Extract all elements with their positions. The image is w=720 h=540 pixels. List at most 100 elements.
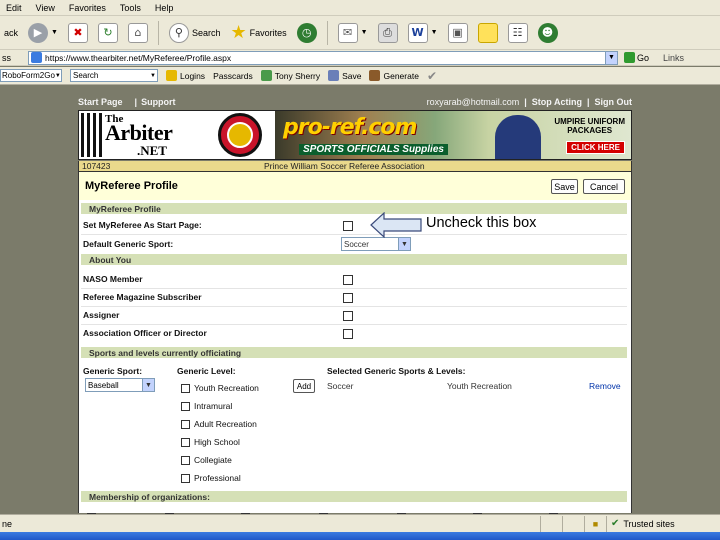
- messenger-button[interactable]: ☻: [536, 20, 560, 46]
- save-button[interactable]: Save: [551, 179, 578, 194]
- status-bar: ne ■ ✔ Trusted sites: [0, 514, 720, 532]
- level-checkbox[interactable]: [181, 455, 190, 465]
- start-page-label: Set MyReferee As Start Page:: [83, 220, 202, 230]
- history-icon: ◷: [296, 22, 317, 43]
- chevron-down-icon: ▼: [51, 29, 58, 36]
- zone-label: Trusted sites: [623, 518, 675, 529]
- history-button[interactable]: ◷: [295, 20, 319, 46]
- generic-sport-label: Generic Sport:: [83, 366, 143, 376]
- click-here-button[interactable]: CLICK HERE: [566, 141, 625, 154]
- callout-arrow-icon: [370, 212, 422, 238]
- umpire-line2: PACKAGES: [567, 126, 613, 135]
- roboform-search-value: Search: [73, 71, 99, 80]
- start-page-checkbox[interactable]: [343, 221, 353, 231]
- robo-save-button[interactable]: Save: [328, 70, 361, 81]
- level-checkbox[interactable]: [181, 437, 190, 447]
- links-button[interactable]: Links: [663, 53, 684, 63]
- stop-button[interactable]: ✖: [66, 20, 90, 46]
- favorites-button[interactable]: ★ Favorites: [228, 20, 288, 46]
- go-label: Go: [637, 52, 650, 63]
- research-button[interactable]: ☷: [506, 20, 530, 46]
- default-sport-select[interactable]: Soccer ▼: [341, 237, 411, 251]
- passcards-button[interactable]: Passcards: [213, 71, 253, 81]
- chevron-down-icon[interactable]: ▼: [605, 51, 617, 64]
- menu-edit[interactable]: Edit: [6, 3, 22, 13]
- level-professional[interactable]: Professional: [181, 473, 241, 483]
- page-icon: [31, 52, 42, 63]
- mail-icon: ✉: [337, 22, 358, 43]
- discuss-button[interactable]: ▣: [446, 20, 470, 46]
- generic-sport-select[interactable]: Baseball ▼: [85, 378, 155, 392]
- generate-button[interactable]: Generate: [369, 70, 419, 81]
- level-checkbox[interactable]: [181, 383, 190, 393]
- notes-button[interactable]: [476, 20, 500, 46]
- level-high-school[interactable]: High School: [181, 437, 240, 447]
- level-intramural[interactable]: Intramural: [181, 401, 232, 411]
- naso-member-label: NASO Member: [83, 274, 143, 284]
- chevron-down-icon: ▼: [430, 29, 438, 36]
- back-button[interactable]: ack: [2, 20, 20, 46]
- level-youth-recreation[interactable]: Youth Recreation: [181, 383, 259, 393]
- star-icon: ★: [230, 22, 247, 42]
- discuss-icon: ▣: [447, 22, 468, 43]
- remove-link[interactable]: Remove: [589, 381, 621, 391]
- roboform-search-input[interactable]: Search ▼: [70, 69, 158, 82]
- address-input[interactable]: https://www.thearbiter.net/MyReferee/Pro…: [28, 50, 618, 65]
- cancel-button[interactable]: Cancel: [583, 179, 625, 194]
- go-button[interactable]: Go: [624, 52, 649, 63]
- trusted-zone-icon: ✔: [611, 518, 620, 529]
- umpire-line1: UMPIRE UNIFORM: [554, 117, 625, 126]
- status-cell: [562, 515, 584, 532]
- menu-tools[interactable]: Tools: [120, 3, 141, 13]
- start-page-link[interactable]: Start Page: [78, 97, 123, 107]
- highlight-icon[interactable]: ✔: [427, 69, 437, 83]
- messenger-icon: ☻: [537, 22, 558, 43]
- menu-view[interactable]: View: [36, 3, 55, 13]
- roboform-toolbar: RoboForm2Go ▼ Search ▼ Logins Passcards …: [0, 67, 720, 85]
- refresh-button[interactable]: ↻: [96, 20, 120, 46]
- logo-text-net: .NET: [137, 143, 167, 158]
- row-divider: [81, 288, 627, 289]
- logins-button[interactable]: Logins: [166, 70, 205, 81]
- level-checkbox[interactable]: [181, 419, 190, 429]
- row-divider: [81, 306, 627, 307]
- support-link[interactable]: Support: [141, 97, 176, 107]
- default-sport-value: Soccer: [344, 239, 369, 249]
- browser-toolbar: ack ▶ ▼ ✖ ↻ ⌂ ⚲ Search ★ Favorites ◷ ✉ ▼…: [0, 16, 720, 50]
- search-button[interactable]: ⚲ Search: [167, 20, 223, 46]
- sign-out-link[interactable]: Sign Out: [595, 97, 633, 107]
- proref-ad[interactable]: pro-ref.com SPORTS OFFICIALS Supplies UM…: [275, 111, 631, 159]
- lock-icon[interactable]: ■: [593, 519, 598, 529]
- arbiter-logo[interactable]: The Arbiter .NET: [79, 111, 205, 159]
- menu-favorites[interactable]: Favorites: [69, 3, 106, 13]
- assigner-checkbox[interactable]: [343, 311, 353, 321]
- umpire-photo: [495, 115, 541, 159]
- stop-acting-link[interactable]: Stop Acting: [532, 97, 582, 107]
- row-divider: [81, 234, 627, 235]
- level-checkbox[interactable]: [181, 401, 190, 411]
- level-adult-recreation[interactable]: Adult Recreation: [181, 419, 257, 429]
- generic-level-label: Generic Level:: [177, 366, 236, 376]
- mail-button[interactable]: ✉ ▼: [336, 20, 370, 46]
- naso-member-checkbox[interactable]: [343, 275, 353, 285]
- level-checkbox[interactable]: [181, 473, 190, 483]
- nav-right: roxyarab@hotmail.com | Stop Acting | Sig…: [427, 97, 632, 107]
- edit-button[interactable]: W ▼: [406, 20, 440, 46]
- referee-magazine-checkbox[interactable]: [343, 293, 353, 303]
- identity-button[interactable]: Tony Sherry: [260, 70, 320, 81]
- roboform-menu[interactable]: RoboForm2Go ▼: [0, 69, 62, 82]
- association-name[interactable]: Prince William Soccer Referee Associatio…: [264, 161, 425, 171]
- selected-sports-label: Selected Generic Sports & Levels:: [327, 366, 466, 376]
- add-button[interactable]: Add: [293, 379, 315, 393]
- menu-help[interactable]: Help: [155, 3, 174, 13]
- forward-button[interactable]: ▶ ▼: [26, 20, 60, 46]
- print-button[interactable]: ⎙: [376, 20, 400, 46]
- level-collegiate[interactable]: Collegiate: [181, 455, 232, 465]
- logo-stripes: [81, 113, 103, 157]
- association-officer-checkbox[interactable]: [343, 329, 353, 339]
- selected-sport: Soccer: [327, 381, 354, 391]
- security-zone[interactable]: ✔ Trusted sites: [606, 515, 675, 532]
- key-icon: [166, 70, 177, 81]
- home-button[interactable]: ⌂: [126, 20, 150, 46]
- chevron-down-icon: ▼: [360, 29, 368, 36]
